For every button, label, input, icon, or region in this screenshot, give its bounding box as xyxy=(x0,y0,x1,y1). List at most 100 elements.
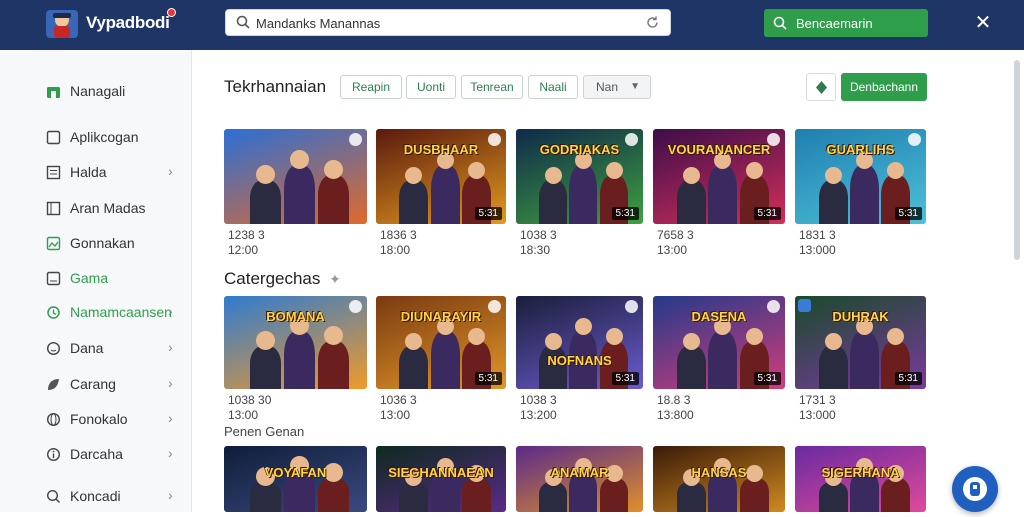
logo-icon[interactable] xyxy=(42,6,82,42)
sidebar-item-carang[interactable]: Carang › xyxy=(0,369,192,399)
character-figure xyxy=(850,165,879,224)
game-card[interactable]: SIGERHANA xyxy=(795,446,926,512)
sidebar-item-dana[interactable]: Dana › xyxy=(0,333,192,363)
game-title-art: SIGERHANA xyxy=(821,465,900,480)
character-head xyxy=(290,150,309,169)
game-meta: 1036 3 13:00 xyxy=(380,393,417,423)
character-figure xyxy=(318,478,349,512)
filter-button[interactable]: Naali xyxy=(528,75,578,99)
game-card[interactable]: DIUNARAYIR 5:31 xyxy=(376,296,506,389)
search-icon xyxy=(46,489,60,503)
game-meta: 18.8 3 13:800 xyxy=(657,393,694,423)
game-card[interactable]: VOYAFAN xyxy=(224,446,367,512)
game-title-art: HANSAS xyxy=(691,465,747,480)
sidebar-item-label: Nanagali xyxy=(70,83,126,99)
game-card[interactable]: NOFNANS 5:31 xyxy=(516,296,643,389)
game-card[interactable]: BOMANA xyxy=(224,296,367,389)
top-action-button[interactable]: Bencaemarin xyxy=(764,9,928,37)
refresh-icon xyxy=(47,306,60,319)
game-card[interactable] xyxy=(224,129,367,224)
duration-badge: 5:31 xyxy=(611,207,639,220)
game-card[interactable]: DUHRAK 5:31 xyxy=(795,296,926,389)
character-figure xyxy=(318,175,349,224)
game-meta: 1831 3 13:000 xyxy=(799,228,836,258)
sidebar-item-games[interactable]: Gama xyxy=(0,263,192,293)
game-card[interactable]: DUSBHAAR 5:31 xyxy=(376,129,506,224)
character-head xyxy=(405,333,422,350)
game-title-art: NOFNANS xyxy=(547,353,612,368)
duration-badge: 5:31 xyxy=(894,207,922,220)
download-button[interactable]: Denbachann xyxy=(841,73,927,101)
filter-button[interactable]: Uonti xyxy=(406,75,456,99)
game-card[interactable]: GUARLIHS 5:31 xyxy=(795,129,926,224)
filter-button[interactable]: Reapin xyxy=(340,75,402,99)
game-time: 12:00 xyxy=(228,243,259,257)
character-figure xyxy=(708,331,737,389)
game-meta: 1731 3 13:000 xyxy=(799,393,836,423)
sidebar-item-fonokalo[interactable]: Fonokalo › xyxy=(0,404,192,434)
search-bar[interactable] xyxy=(225,9,671,36)
square-icon xyxy=(46,130,61,145)
character-head xyxy=(746,328,763,345)
sidebar-item-label: Gama xyxy=(70,270,109,286)
puzzle-button[interactable] xyxy=(806,73,836,101)
game-stat: 1036 3 xyxy=(380,393,417,407)
filter-button[interactable]: Tenrean xyxy=(461,75,523,99)
close-icon[interactable]: ✕ xyxy=(972,12,994,34)
character-figure xyxy=(431,331,460,389)
clock-icon xyxy=(625,300,638,313)
game-card[interactable]: ANAMAR xyxy=(516,446,643,512)
chat-button[interactable] xyxy=(952,466,998,512)
sidebar-item-koncadi[interactable]: Koncadi › xyxy=(0,481,192,511)
sidebar-item-list[interactable]: Halda › xyxy=(0,157,192,187)
gamepad-icon xyxy=(46,271,61,286)
app-name[interactable]: Vypadbodi xyxy=(86,13,170,33)
sidebar-item-book[interactable]: Aran Madas xyxy=(0,193,192,223)
character-figure xyxy=(850,331,879,389)
character-head xyxy=(324,326,343,345)
game-card[interactable]: VOURANANCER 5:31 xyxy=(653,129,785,224)
sidebar-item-updates[interactable]: Namamcaansen › xyxy=(0,297,192,327)
character-head xyxy=(683,333,700,350)
game-title-art: BOMANA xyxy=(266,309,325,324)
duration-badge: 5:31 xyxy=(753,372,781,385)
character-head xyxy=(887,162,904,179)
sidebar-item-apps[interactable]: Aplikcogan xyxy=(0,122,192,152)
character-head xyxy=(545,333,562,350)
sidebar-item-label: Aplikcogan xyxy=(70,129,139,145)
section-title-popular: Penen Genan xyxy=(224,424,305,439)
character-figure xyxy=(819,180,848,224)
filter-select[interactable]: Nan ▼ xyxy=(583,75,651,99)
character-figure xyxy=(284,165,315,224)
scrollbar[interactable] xyxy=(1014,60,1020,260)
game-title-art: DASENA xyxy=(691,309,747,324)
game-stat: 1836 3 xyxy=(380,228,417,242)
character-figure xyxy=(539,482,567,512)
clock-icon xyxy=(767,133,780,146)
game-card[interactable]: SIEGHANNAEAN xyxy=(376,446,506,512)
section-title-categories: Catergechas ✦ xyxy=(224,269,341,289)
search-input[interactable] xyxy=(256,14,636,32)
sidebar-item-home[interactable]: Nanagali xyxy=(0,76,192,106)
game-card[interactable]: DASENA 5:31 xyxy=(653,296,785,389)
character-figure xyxy=(250,482,281,512)
search-icon xyxy=(773,16,787,30)
game-card[interactable]: GODRIAKAS 5:31 xyxy=(516,129,643,224)
game-stat: 1038 3 xyxy=(520,228,557,242)
sidebar-item-images[interactable]: Gonnakan xyxy=(0,228,192,258)
game-meta: 1238 3 12:00 xyxy=(228,228,265,258)
clock-icon xyxy=(908,133,921,146)
game-stat: 18.8 3 xyxy=(657,393,691,407)
globe-icon xyxy=(46,412,61,427)
character-head xyxy=(256,165,275,184)
refresh-icon[interactable] xyxy=(645,15,660,30)
sidebar-item-darcaha[interactable]: Darcaha › xyxy=(0,439,192,469)
sidebar-item-label: Halda xyxy=(70,164,107,180)
clock-icon xyxy=(488,300,501,313)
character-head xyxy=(545,167,562,184)
game-time: 13:00 xyxy=(657,243,688,257)
game-title-art: DUHRAK xyxy=(832,309,889,324)
game-title-art: ANAMAR xyxy=(550,465,609,480)
game-card[interactable]: HANSAS xyxy=(653,446,785,512)
character-figure xyxy=(399,180,428,224)
